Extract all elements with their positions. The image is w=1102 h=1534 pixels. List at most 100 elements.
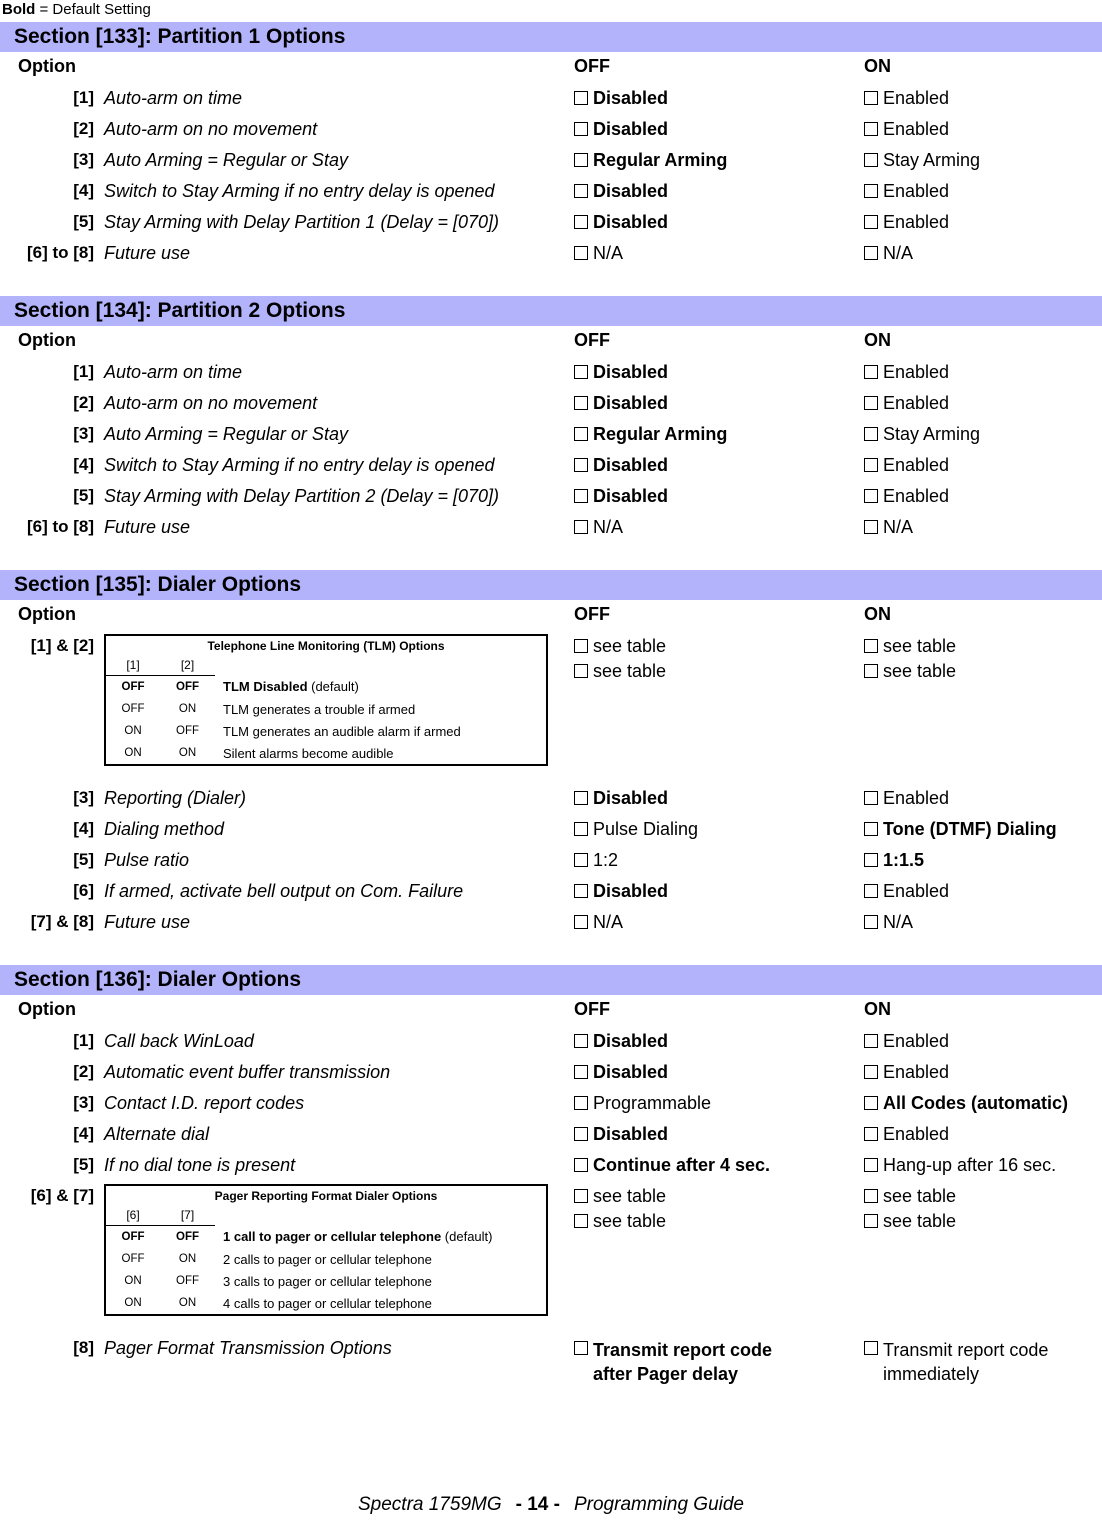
checkbox-off[interactable] <box>574 1189 588 1203</box>
checkbox-off[interactable] <box>574 822 588 836</box>
option-off-line2: see table <box>574 661 666 682</box>
option-on-cell: Enabled <box>864 88 949 109</box>
checkbox-off[interactable] <box>574 853 588 867</box>
option-on-line2: see table <box>864 661 956 682</box>
tlm-row-desc: TLM generates a trouble if armed <box>223 701 416 717</box>
checkbox-on[interactable] <box>864 791 878 805</box>
checkbox-off[interactable] <box>574 458 588 472</box>
checkbox-on[interactable] <box>864 122 878 136</box>
option-on-label: 1:1.5 <box>883 850 925 870</box>
checkbox-on[interactable] <box>864 884 878 898</box>
option-on-cell: Enabled <box>864 119 949 140</box>
option-off-cell: Disabled <box>574 88 668 109</box>
option-on-label: Enabled <box>883 393 950 413</box>
checkbox-on[interactable] <box>864 1065 878 1079</box>
checkbox-off[interactable] <box>574 396 588 410</box>
checkbox-off[interactable] <box>574 427 588 441</box>
tlm-col1-header: [1] <box>105 656 160 676</box>
checkbox-off[interactable] <box>574 91 588 105</box>
checkbox-on[interactable] <box>864 1096 878 1110</box>
option-row: [5] Pulse ratio 1:2 1:1.5 <box>0 846 1102 877</box>
checkbox-off-2[interactable] <box>574 664 588 678</box>
col-header-off: OFF <box>574 604 610 624</box>
option-on-cell: Enabled <box>864 788 949 809</box>
checkbox-off[interactable] <box>574 884 588 898</box>
checkbox-off[interactable] <box>574 122 588 136</box>
tlm-options-table-wrap: Telephone Line Monitoring (TLM) Options … <box>104 634 548 766</box>
checkbox-off[interactable] <box>574 1127 588 1141</box>
option-on-cell: Enabled <box>864 181 949 202</box>
checkbox-on-2[interactable] <box>864 1214 878 1228</box>
checkbox-off[interactable] <box>574 215 588 229</box>
tlm-row-col1: OFF <box>121 680 145 693</box>
option-number: [4] <box>73 455 94 474</box>
checkbox-off[interactable] <box>574 1158 588 1172</box>
checkbox-off[interactable] <box>574 791 588 805</box>
col-header-on: ON <box>864 330 891 350</box>
option-off-cell: Disabled <box>574 881 668 902</box>
option-off-label: N/A <box>593 912 624 932</box>
tlm-row-col1: OFF <box>121 702 145 715</box>
checkbox-off[interactable] <box>574 1034 588 1048</box>
checkbox-on[interactable] <box>864 915 878 929</box>
checkbox-on[interactable] <box>864 639 878 653</box>
checkbox-off[interactable] <box>574 915 588 929</box>
option-off-label: see table <box>593 636 667 656</box>
checkbox-off[interactable] <box>574 520 588 534</box>
option-on-cell: 1:1.5 <box>864 850 924 871</box>
tlm-row-desc-suffix: (default) <box>307 679 359 695</box>
option-off-cell: Disabled <box>574 393 668 414</box>
checkbox-off-2[interactable] <box>574 1214 588 1228</box>
pager-row-col2: ON <box>178 1252 197 1265</box>
option-off-label-2: see table <box>593 1211 667 1231</box>
checkbox-off[interactable] <box>574 1065 588 1079</box>
checkbox-on[interactable] <box>864 91 878 105</box>
option-off-cell: N/A <box>574 517 623 538</box>
checkbox-on[interactable] <box>864 427 878 441</box>
checkbox-on[interactable] <box>864 246 878 260</box>
option-on-cell: N/A <box>864 912 913 933</box>
option-row: [6] to [8] Future use N/A N/A <box>0 513 1102 544</box>
option-description: If armed, activate bell output on Com. F… <box>104 881 464 901</box>
checkbox-off[interactable] <box>574 246 588 260</box>
checkbox-on[interactable] <box>864 153 878 167</box>
option-on-cell: Transmit report code immediately <box>864 1338 1094 1386</box>
option-on-label: Enabled <box>883 1124 950 1144</box>
checkbox-on[interactable] <box>864 396 878 410</box>
option-description: Switch to Stay Arming if no entry delay … <box>104 455 495 475</box>
checkbox-on[interactable] <box>864 1189 878 1203</box>
option-on-cell: see table see table <box>864 636 956 682</box>
tlm-col2-header: [2] <box>160 656 215 676</box>
checkbox-off[interactable] <box>574 1096 588 1110</box>
checkbox-off[interactable] <box>574 1341 588 1355</box>
checkbox-off[interactable] <box>574 184 588 198</box>
checkbox-on[interactable] <box>864 458 878 472</box>
option-on-label: Enabled <box>883 788 950 808</box>
pager-options-table-wrap: Pager Reporting Format Dialer Options [6… <box>104 1184 548 1316</box>
option-on-label: see table <box>883 1186 957 1206</box>
checkbox-off[interactable] <box>574 639 588 653</box>
checkbox-on[interactable] <box>864 1341 878 1355</box>
pager-row-col1: ON <box>124 1296 142 1309</box>
tlm-row-col2: OFF <box>176 724 199 737</box>
checkbox-on[interactable] <box>864 1158 878 1172</box>
option-number: [5] <box>73 486 94 505</box>
checkbox-on[interactable] <box>864 822 878 836</box>
checkbox-on[interactable] <box>864 184 878 198</box>
option-description: Pulse ratio <box>104 850 190 870</box>
checkbox-off[interactable] <box>574 365 588 379</box>
option-on-label: N/A <box>883 912 914 932</box>
checkbox-on[interactable] <box>864 1034 878 1048</box>
checkbox-on[interactable] <box>864 520 878 534</box>
option-off-label-2: see table <box>593 661 667 681</box>
option-on-label: Enabled <box>883 119 950 139</box>
checkbox-off[interactable] <box>574 489 588 503</box>
checkbox-on[interactable] <box>864 853 878 867</box>
checkbox-off[interactable] <box>574 153 588 167</box>
checkbox-on-2[interactable] <box>864 664 878 678</box>
option-row-with-table: [1] & [2] Telephone Line Monitoring (TLM… <box>0 632 1102 784</box>
checkbox-on[interactable] <box>864 365 878 379</box>
checkbox-on[interactable] <box>864 215 878 229</box>
checkbox-on[interactable] <box>864 1127 878 1141</box>
checkbox-on[interactable] <box>864 489 878 503</box>
